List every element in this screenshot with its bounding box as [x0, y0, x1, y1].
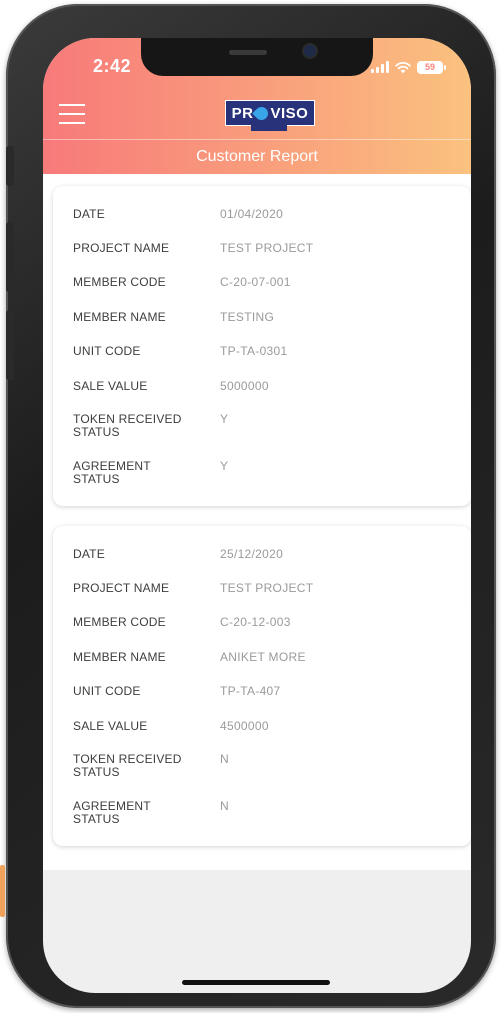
report-card[interactable]: DATE 01/04/2020 PROJECT NAME TEST PROJEC…: [53, 186, 471, 506]
field-label: DATE: [73, 207, 105, 221]
app-bar: PR VISO: [43, 92, 471, 138]
field-label: SALE VALUE: [73, 719, 148, 733]
field-value: C-20-12-003: [220, 615, 291, 629]
logo-text-right: VISO: [270, 104, 309, 122]
proviso-logo: PR VISO: [225, 100, 315, 126]
field-label: PROJECT NAME: [73, 581, 170, 595]
field-label: MEMBER NAME: [73, 650, 166, 664]
field-label: DATE: [73, 547, 105, 561]
phone-frame: 2:42 59 PR VISO Customer Report DATE 01/…: [6, 4, 496, 1008]
field-value: TESTING: [220, 310, 275, 324]
logo-text-left: PR: [231, 104, 254, 122]
report-list[interactable]: DATE 01/04/2020 PROJECT NAME TEST PROJEC…: [43, 174, 471, 870]
wifi-icon: [395, 61, 411, 73]
field-label: MEMBER NAME: [73, 310, 166, 324]
field-value: TP-TA-0301: [220, 344, 288, 358]
field-value: 4500000: [220, 719, 269, 733]
front-camera: [304, 45, 316, 57]
field-value: ANIKET MORE: [220, 650, 306, 664]
app-header: 2:42 59 PR VISO Customer Report: [43, 38, 471, 174]
field-value: TEST PROJECT: [220, 581, 314, 595]
volume-down-button: [6, 310, 14, 380]
edge-tab: [0, 865, 5, 917]
field-label: UNIT CODE: [73, 344, 141, 358]
field-label: TOKEN RECEIVED STATUS: [73, 752, 182, 779]
field-label: UNIT CODE: [73, 684, 141, 698]
header-divider: [43, 139, 471, 140]
field-label: PROJECT NAME: [73, 241, 170, 255]
field-label: MEMBER CODE: [73, 275, 166, 289]
field-value: N: [220, 752, 229, 766]
page-title: Customer Report: [196, 148, 318, 165]
field-label: SALE VALUE: [73, 379, 148, 393]
phone-screen: 2:42 59 PR VISO Customer Report DATE 01/…: [43, 38, 471, 993]
field-value: 25/12/2020: [220, 547, 284, 561]
home-indicator[interactable]: [182, 980, 330, 985]
status-time: 2:42: [93, 56, 132, 76]
field-value: Y: [220, 459, 229, 473]
field-label: AGREEMENT STATUS: [73, 459, 151, 486]
field-label: TOKEN RECEIVED STATUS: [73, 412, 182, 439]
report-card[interactable]: DATE 25/12/2020 PROJECT NAME TEST PROJEC…: [53, 526, 471, 846]
volume-up-button: [6, 222, 14, 292]
field-value: Y: [220, 412, 229, 426]
field-value: TEST PROJECT: [220, 241, 314, 255]
field-value: C-20-07-001: [220, 275, 291, 289]
hamburger-menu-icon[interactable]: [59, 104, 85, 126]
logo-tagline: [251, 125, 287, 131]
earpiece-speaker: [229, 50, 267, 55]
field-value: N: [220, 799, 229, 813]
logo-drop-icon: [252, 103, 272, 123]
field-value: TP-TA-407: [220, 684, 281, 698]
battery-icon: 59: [417, 60, 446, 74]
status-icons: 59: [371, 59, 446, 75]
status-bar: 2:42 59: [43, 38, 471, 88]
field-value: 5000000: [220, 379, 269, 393]
field-label: AGREEMENT STATUS: [73, 799, 151, 826]
mute-switch: [6, 146, 14, 186]
cellular-signal-icon: [371, 61, 389, 73]
field-label: MEMBER CODE: [73, 615, 166, 629]
notch: [141, 38, 373, 76]
field-value: 01/04/2020: [220, 207, 284, 221]
